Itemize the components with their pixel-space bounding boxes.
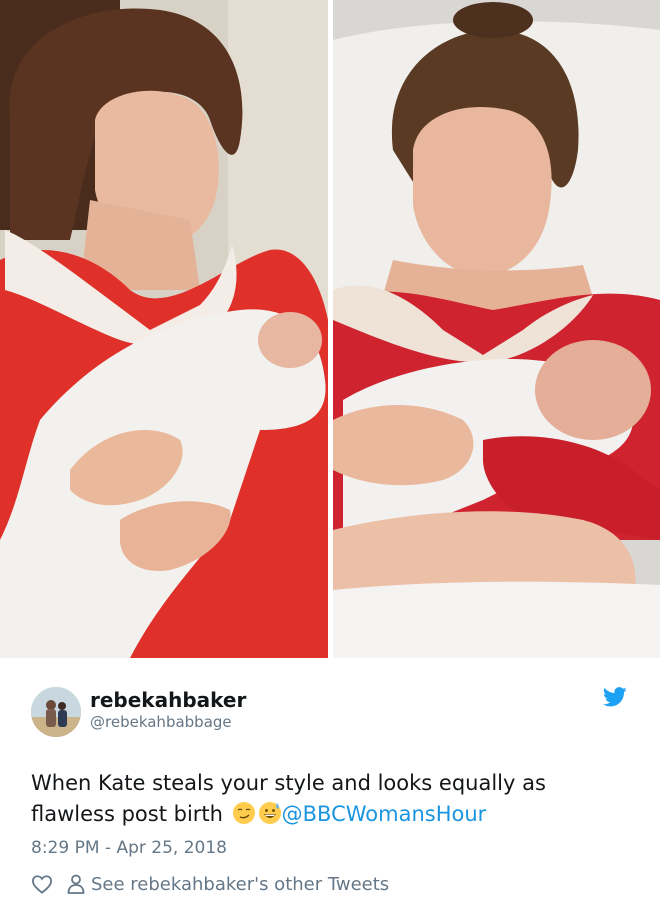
person-icon	[67, 874, 85, 894]
smirking-face-emoji	[232, 802, 255, 824]
grinning-sweat-emoji	[258, 802, 281, 824]
see-other-tweets-link[interactable]: See rebekahbaker's other Tweets	[91, 874, 389, 895]
twitter-bird-icon[interactable]	[603, 686, 627, 708]
heart-icon[interactable]	[31, 874, 53, 894]
right-photo[interactable]	[333, 0, 660, 658]
avatar-photo-icon	[31, 687, 81, 737]
tweet-timestamp[interactable]: 8:29 PM - Apr 25, 2018	[31, 838, 227, 858]
display-name[interactable]: rebekahbaker	[90, 688, 246, 712]
user-handle[interactable]: @rebekahbabbage	[90, 713, 232, 731]
tweet-actions: See rebekahbaker's other Tweets	[31, 872, 389, 896]
avatar[interactable]	[31, 687, 81, 737]
photo-mother-hospital-bed-icon	[333, 0, 660, 658]
photo-mother-red-dress-icon	[0, 0, 328, 658]
tweet-text: When Kate steals your style and looks eq…	[31, 768, 631, 830]
left-photo[interactable]	[0, 0, 328, 658]
tweet-media[interactable]	[0, 0, 660, 660]
mention-link[interactable]: @BBCWomansHour	[282, 802, 487, 826]
